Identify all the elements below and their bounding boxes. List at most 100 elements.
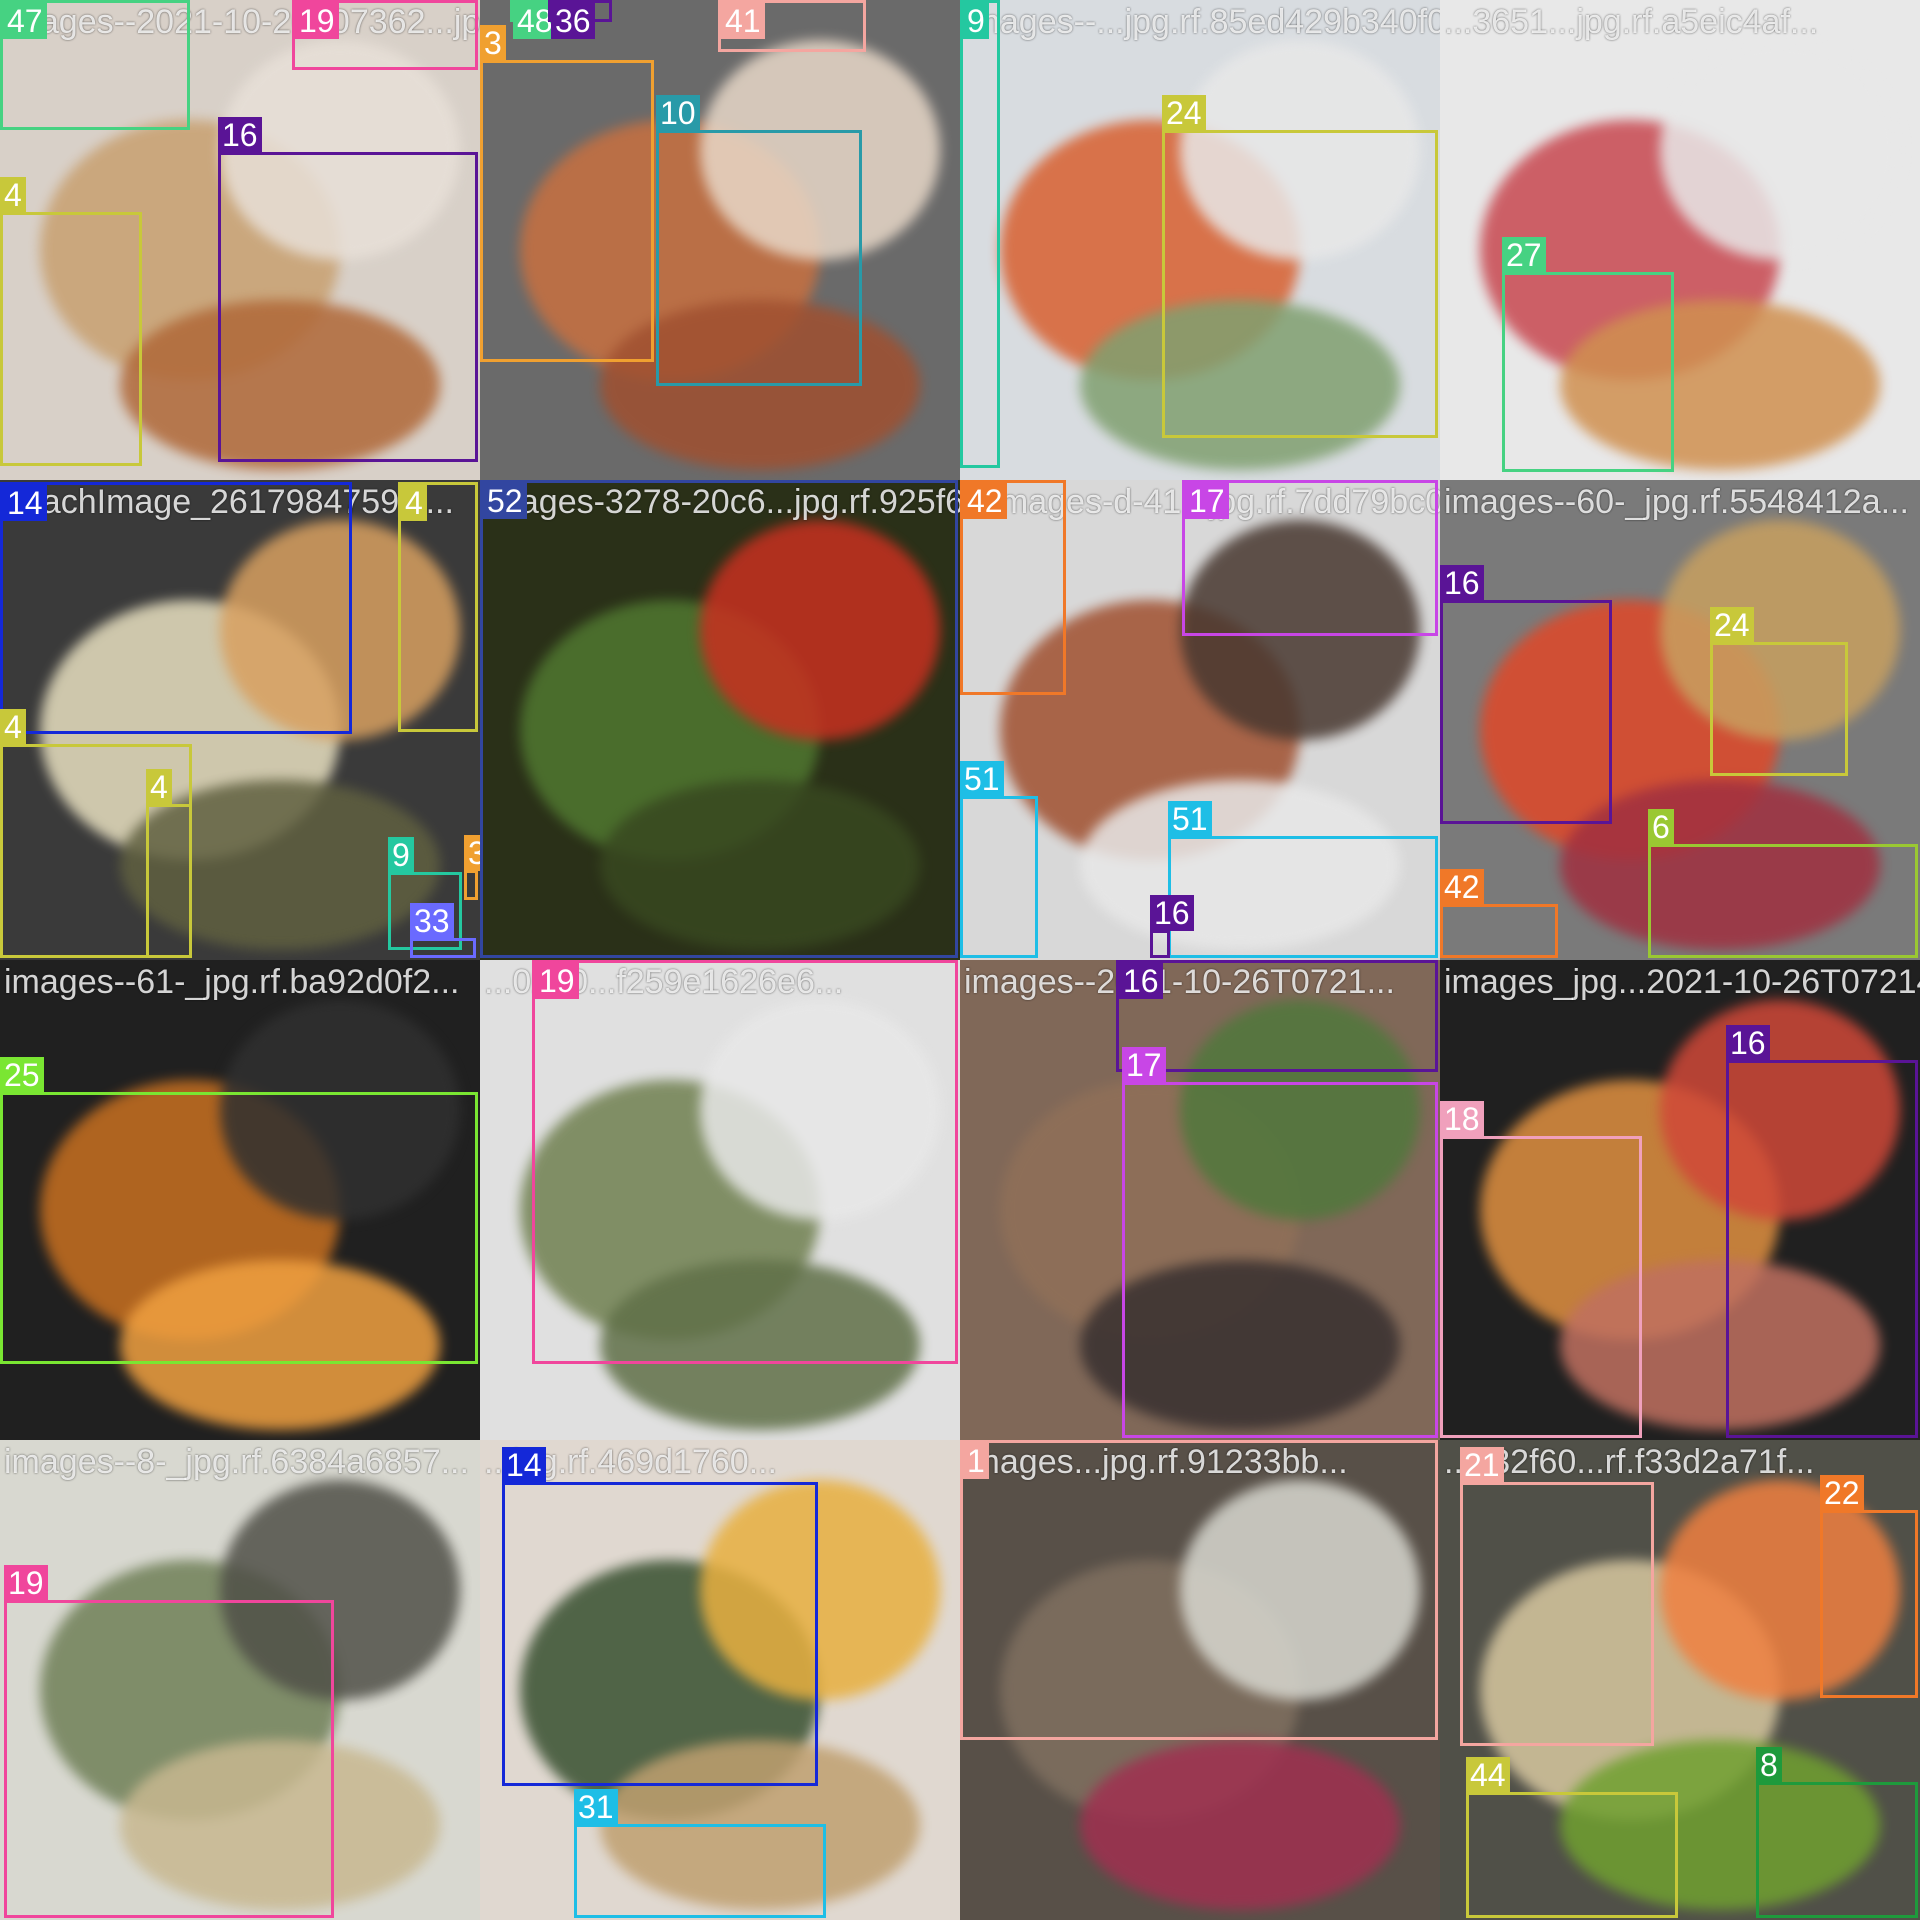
mosaic-tile: attachImage_2617984759_j... 14 4 4 4 9 33 3 [0,480,480,960]
tile-filename-caption: images--60-_jpg.rf.5548412a... [1444,483,1909,521]
class-label-tag: 3 [480,25,506,61]
detection-box: 6 [1648,809,1918,958]
detection-box: 52 [480,480,958,958]
mosaic-tile: ...jpg.rf.469d1760... 14 31 [480,1440,960,1920]
detection-box: 14 [502,1447,818,1786]
mosaic-tile: ...432f60...rf.f33d2a71f... 21 22 44 8 [1440,1440,1920,1920]
class-label-tag: 42 [963,483,1007,519]
class-label-tag: 16 [218,117,262,153]
detection-box: 3 [480,25,654,362]
mosaic-tile: ...images-d-41...jpg.rf.7dd79bc0...42175… [960,480,1440,960]
class-label-tag: 14 [502,1447,546,1483]
detection-box: 42 [960,480,1066,695]
class-label-tag: 3 [464,835,480,871]
detection-box: 27 [1502,237,1674,472]
detection-box: 19 [292,0,478,70]
detection-box: 3 [464,835,480,900]
class-label-tag: 9 [388,837,414,873]
class-label-tag: 22 [1820,1475,1864,1511]
detection-box: 25 [0,1057,478,1364]
detection-box: 1 [960,1440,1438,1740]
class-label-tag: 19 [4,1565,48,1601]
class-label-tag: 4 [401,485,427,521]
detection-box: 10 [656,95,862,386]
class-label-tag: 25 [0,1057,44,1093]
mosaic-tile: images_jpg...2021-10-26T07214... 18 16 [1440,960,1920,1440]
mosaic-tile: images--2021-10-26T07362...jpg.rf.4ec890… [0,0,480,480]
class-label-tag: 16 [1150,895,1194,931]
class-label-tag: 41 [721,3,765,39]
mosaic-tile: ...0260...f259e1626e6... 19 [480,960,960,1440]
class-label-tag: 52 [483,483,527,519]
tile-filename-caption: ...jpg.rf.469d1760... [484,1443,777,1481]
mosaic-tile: images--2021-10-26T0721... 16 17 [960,960,1440,1440]
class-label-tag: 8 [1756,1747,1782,1783]
tile-filename-caption: images--...jpg.rf.85ed429b340f08856... [964,3,1440,41]
class-label-tag: 24 [1710,607,1754,643]
detection-box: 4 [146,769,192,958]
class-label-tag: 21 [1460,1447,1504,1483]
class-label-tag: 19 [535,963,579,999]
class-label-tag: 19 [295,3,339,39]
detection-box: 19 [4,1565,334,1918]
detection-box: 16 [1726,1025,1918,1438]
detection-box: 4 [398,482,478,732]
class-label-tag: 36 [551,3,595,39]
detection-box: 19 [532,960,958,1364]
detection-box: 42 [1440,869,1558,958]
detection-box: 9 [960,0,1000,468]
food-photo-region [1660,40,1900,260]
detection-box: 8 [1756,1747,1918,1918]
class-label-tag: 31 [574,1789,618,1825]
class-label-tag: 1 [963,1443,989,1479]
detection-box: 17 [1122,1047,1438,1438]
mosaic-tile: images--61-_jpg.rf.ba92d0f2... 25 [0,960,480,1440]
class-label-tag: 51 [1168,801,1212,837]
mosaic-tile: images--60-_jpg.rf.5548412a... 16 24 42 6 [1440,480,1920,960]
class-label-tag: 17 [1185,483,1229,519]
detection-box: 24 [1710,607,1848,776]
class-label-tag: 14 [3,485,47,521]
detection-box: 16 [218,117,478,462]
detection-box: 51 [960,761,1038,958]
mosaic-tile: ...3651...jpg.rf.a5eic4af... 27 [1440,0,1920,480]
tile-filename-caption: ...3651...jpg.rf.a5eic4af... [1444,3,1819,41]
detection-box: 18 [1440,1101,1642,1438]
tile-filename-caption: images--8-_jpg.rf.6384a6857... [4,1443,469,1481]
class-label-tag: 33 [410,903,454,939]
class-label-tag: 4 [0,177,26,213]
class-label-tag: 16 [1726,1025,1770,1061]
mosaic-tile: images...jpg.rf.91233bb... 1 [960,1440,1440,1920]
tile-filename-caption: images_jpg...2021-10-26T07214... [1444,963,1920,1001]
tile-filename-caption: images--61-_jpg.rf.ba92d0f2... [4,963,460,1001]
mosaic-grid: images--2021-10-26T07362...jpg.rf.4ec890… [0,0,1920,1920]
mosaic-tile: 48 36 41 3 10 [480,0,960,480]
detection-box: 33 [410,903,476,958]
class-label-tag: 4 [146,769,172,805]
detection-box: 51 [1168,801,1438,958]
mosaic-tile: images--...jpg.rf.85ed429b340f08856...9 2… [960,0,1440,480]
detection-box: 14 [0,482,352,734]
detection-box: 47 [0,0,190,130]
detection-box: 17 [1182,480,1438,636]
class-label-tag: 16 [1119,963,1163,999]
detection-box: 36 [548,0,612,39]
detection-box: 4 [0,177,142,466]
class-label-tag: 27 [1502,237,1546,273]
detection-box: 16 [1440,565,1612,824]
mosaic-tile: images-3278-20c6...jpg.rf.925f60bc...52 [480,480,960,960]
detection-box: 22 [1820,1475,1918,1698]
class-label-tag: 42 [1440,869,1484,905]
detection-box: 16 [1150,895,1194,958]
detection-box: 41 [718,0,866,52]
class-label-tag: 24 [1162,95,1206,131]
food-photo-region [1080,1740,1400,1910]
class-label-tag: 9 [963,3,989,39]
class-label-tag: 44 [1466,1757,1510,1793]
class-label-tag: 51 [960,761,1004,797]
detection-box: 44 [1466,1757,1678,1918]
mosaic-tile: images--8-_jpg.rf.6384a6857... 19 [0,1440,480,1920]
class-label-tag: 6 [1648,809,1674,845]
detection-box: 21 [1460,1447,1654,1746]
detection-box: 24 [1162,95,1438,438]
